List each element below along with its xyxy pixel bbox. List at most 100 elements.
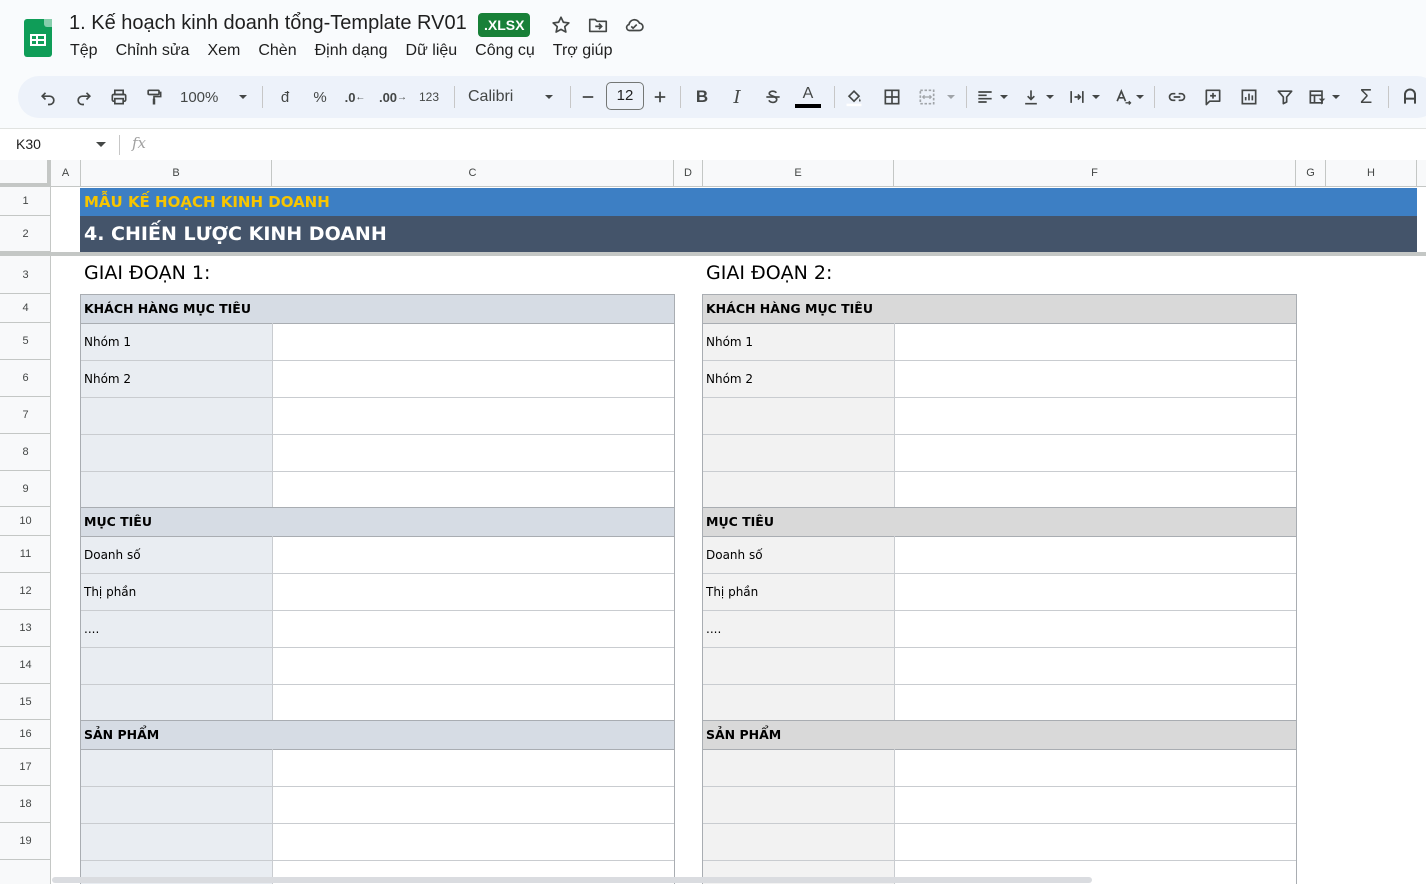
row-header[interactable]: 9 bbox=[0, 471, 51, 507]
column-header-d[interactable]: D bbox=[674, 160, 703, 187]
menu-view[interactable]: Xem bbox=[198, 42, 249, 60]
row-header[interactable]: 10 bbox=[0, 507, 51, 536]
increase-decimal-button[interactable]: .00 → bbox=[378, 76, 408, 118]
menu-file[interactable]: Tệp bbox=[61, 42, 107, 60]
borders-icon[interactable] bbox=[880, 76, 904, 118]
column-header-e[interactable]: E bbox=[703, 160, 894, 187]
phase2-group1[interactable]: Nhóm 1 bbox=[702, 323, 753, 360]
phase1-group2[interactable]: Nhóm 2 bbox=[80, 360, 131, 397]
phase1-sales[interactable]: Doanh số bbox=[80, 536, 141, 573]
row-header[interactable]: 14 bbox=[0, 647, 51, 684]
functions-button[interactable]: Σ bbox=[1356, 76, 1376, 118]
filter-views-dropdown-icon[interactable] bbox=[1330, 76, 1342, 118]
undo-icon[interactable] bbox=[36, 76, 60, 118]
insert-comment-icon[interactable] bbox=[1202, 76, 1224, 118]
row-header[interactable]: 3 bbox=[0, 256, 51, 294]
merge-cells-icon[interactable] bbox=[916, 76, 938, 118]
phase2-group2[interactable]: Nhóm 2 bbox=[702, 360, 753, 397]
row-header[interactable]: 11 bbox=[0, 536, 51, 573]
zoom-select[interactable]: 100% bbox=[180, 76, 228, 118]
horizontal-align-icon[interactable] bbox=[974, 76, 996, 118]
row-header[interactable]: 18 bbox=[0, 786, 51, 823]
row-header[interactable]: 7 bbox=[0, 397, 51, 434]
section-title[interactable]: 4. CHIẾN LƯỢC KINH DOANH bbox=[80, 216, 1417, 252]
star-icon[interactable] bbox=[550, 14, 574, 38]
row-header[interactable]: 15 bbox=[0, 684, 51, 720]
phase1-goals-header[interactable]: MỤC TIÊU bbox=[80, 507, 152, 536]
insert-chart-icon[interactable] bbox=[1238, 76, 1260, 118]
text-rotation-icon[interactable] bbox=[1112, 76, 1134, 118]
increase-font-size-icon[interactable] bbox=[652, 76, 668, 118]
input-tools-icon[interactable] bbox=[1398, 76, 1422, 118]
sheets-logo-icon[interactable] bbox=[24, 19, 52, 57]
currency-format-button[interactable]: đ bbox=[276, 76, 294, 118]
phase1-group1[interactable]: Nhóm 1 bbox=[80, 323, 131, 360]
frozen-rows-divider[interactable] bbox=[0, 252, 1426, 256]
text-wrapping-icon[interactable] bbox=[1066, 76, 1088, 118]
menu-edit[interactable]: Chỉnh sửa bbox=[107, 42, 199, 60]
print-icon[interactable] bbox=[107, 76, 131, 118]
menu-data[interactable]: Dữ liệu bbox=[397, 42, 467, 60]
phase2-products-header[interactable]: SẢN PHẨM bbox=[702, 720, 781, 749]
fill-color-icon[interactable] bbox=[842, 76, 866, 118]
strikethrough-icon[interactable] bbox=[762, 76, 784, 118]
menu-insert[interactable]: Chèn bbox=[249, 42, 305, 60]
insert-link-icon[interactable] bbox=[1166, 76, 1188, 118]
column-header-b[interactable]: B bbox=[81, 160, 272, 187]
name-box[interactable]: K30 bbox=[16, 129, 41, 160]
phase1-market-share[interactable]: Thị phần bbox=[80, 573, 136, 610]
zoom-dropdown-icon[interactable] bbox=[236, 76, 250, 118]
phase1-etc[interactable]: .... bbox=[80, 610, 99, 647]
phase2-market-share[interactable]: Thị phần bbox=[702, 573, 758, 610]
valign-dropdown-icon[interactable] bbox=[1044, 76, 1056, 118]
row-header[interactable]: 19 bbox=[0, 823, 51, 860]
document-title[interactable]: 1. Kế hoạch kinh doanh tổng-Template RV0… bbox=[69, 12, 467, 35]
percent-format-button[interactable]: % bbox=[310, 76, 330, 118]
phase2-customers-header[interactable]: KHÁCH HÀNG MỤC TIÊU bbox=[702, 294, 873, 323]
select-all-corner[interactable] bbox=[0, 160, 51, 187]
row-header[interactable]: 20 bbox=[0, 860, 51, 884]
horizontal-scrollbar[interactable] bbox=[52, 877, 1092, 883]
spreadsheet-grid[interactable]: A B C D E F G H 1 2 3 4 5 6 7 8 9 10 11 … bbox=[0, 160, 1426, 884]
font-family-select[interactable]: Calibri bbox=[468, 76, 528, 118]
phase2-heading[interactable]: GIAI ĐOẠN 2: bbox=[702, 258, 832, 288]
number-format-button[interactable]: 123 bbox=[416, 76, 442, 118]
italic-button[interactable]: I bbox=[728, 76, 746, 118]
row-header[interactable]: 6 bbox=[0, 360, 51, 397]
filter-icon[interactable] bbox=[1274, 76, 1296, 118]
row-header[interactable]: 4 bbox=[0, 294, 51, 323]
phase2-sales[interactable]: Doanh số bbox=[702, 536, 763, 573]
filter-views-icon[interactable] bbox=[1306, 76, 1328, 118]
wrap-dropdown-icon[interactable] bbox=[1090, 76, 1102, 118]
paint-format-icon[interactable] bbox=[142, 76, 166, 118]
column-header-h[interactable]: H bbox=[1326, 160, 1417, 187]
bold-button[interactable]: B bbox=[692, 76, 712, 118]
rotation-dropdown-icon[interactable] bbox=[1134, 76, 1146, 118]
cloud-status-icon[interactable] bbox=[622, 14, 646, 38]
column-header-f[interactable]: F bbox=[894, 160, 1296, 187]
row-header[interactable]: 13 bbox=[0, 610, 51, 647]
font-dropdown-icon[interactable] bbox=[542, 76, 556, 118]
vertical-align-icon[interactable] bbox=[1020, 76, 1042, 118]
decrease-font-size-icon[interactable] bbox=[580, 76, 596, 118]
redo-icon[interactable] bbox=[72, 76, 96, 118]
phase2-goals-header[interactable]: MỤC TIÊU bbox=[702, 507, 774, 536]
row-header[interactable]: 12 bbox=[0, 573, 51, 610]
menu-help[interactable]: Trợ giúp bbox=[544, 42, 622, 60]
row-header[interactable]: 1 bbox=[0, 187, 51, 216]
row-header[interactable]: 16 bbox=[0, 720, 51, 749]
phase1-products-header[interactable]: SẢN PHẨM bbox=[80, 720, 159, 749]
row-header[interactable]: 17 bbox=[0, 749, 51, 786]
halign-dropdown-icon[interactable] bbox=[998, 76, 1010, 118]
text-color-button[interactable]: A bbox=[794, 76, 822, 118]
column-header-a[interactable]: A bbox=[51, 160, 81, 187]
font-size-input[interactable]: 12 bbox=[606, 82, 644, 110]
decrease-decimal-button[interactable]: .0 ← bbox=[342, 76, 368, 118]
row-header[interactable]: 2 bbox=[0, 216, 51, 252]
phase1-customers-header[interactable]: KHÁCH HÀNG MỤC TIÊU bbox=[80, 294, 251, 323]
menu-tools[interactable]: Công cụ bbox=[466, 42, 544, 60]
move-folder-icon[interactable] bbox=[587, 14, 611, 38]
merge-dropdown-icon[interactable] bbox=[944, 76, 958, 118]
row-header[interactable]: 8 bbox=[0, 434, 51, 471]
banner-title[interactable]: MẪU KẾ HOẠCH KINH DOANH bbox=[80, 188, 1417, 216]
